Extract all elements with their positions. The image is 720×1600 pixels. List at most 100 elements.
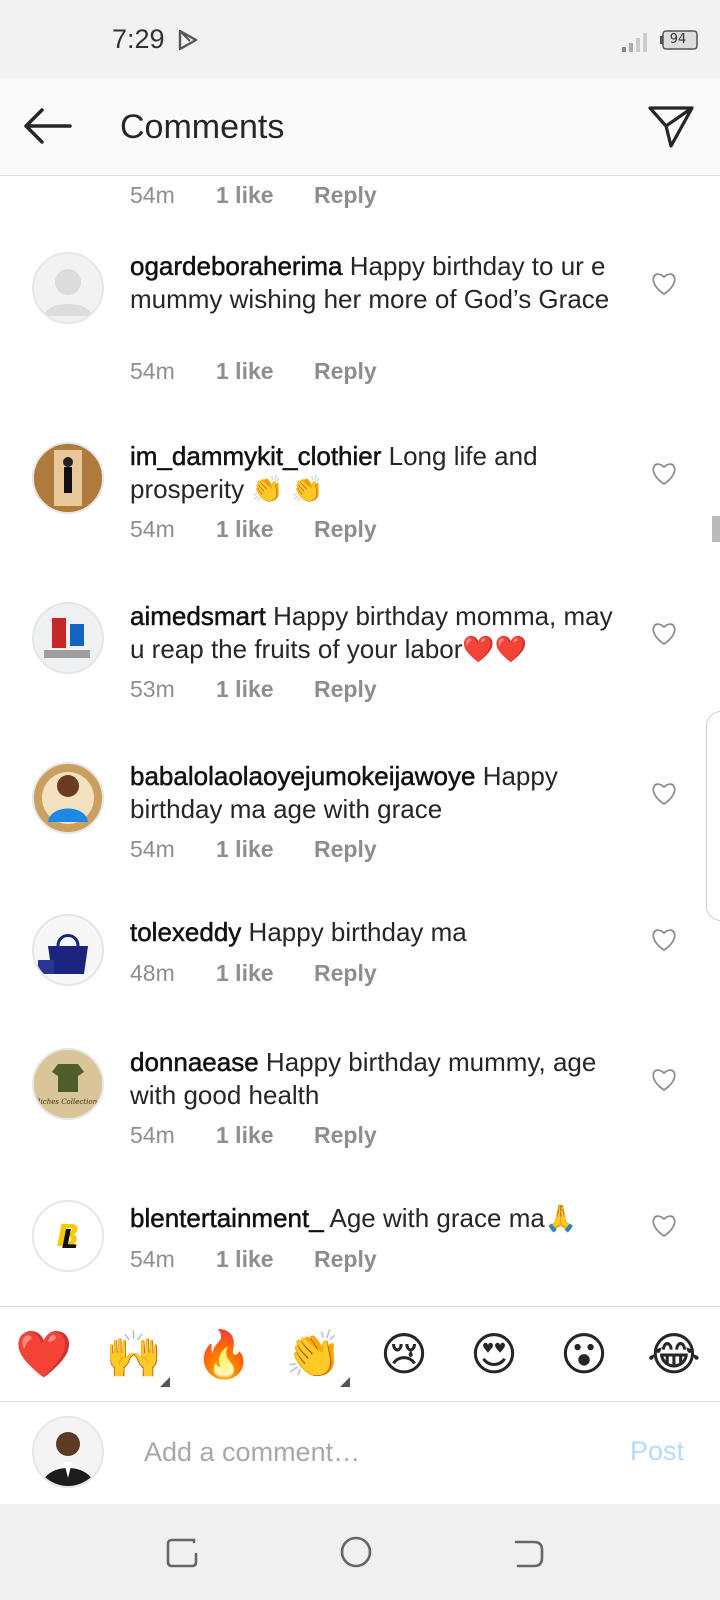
back-icon[interactable]: [510, 1534, 546, 1570]
page-title: Comments: [120, 108, 285, 146]
play-store-icon: [178, 29, 198, 51]
comment-text: aimedsmart Happy birthday momma, may u r…: [130, 600, 620, 666]
comment-meta: 54m 1 like Reply: [130, 182, 377, 209]
comment-likes[interactable]: 1 like: [216, 1246, 314, 1273]
comments-header: Comments: [0, 78, 720, 176]
emoji-clap[interactable]: 👏: [282, 1325, 346, 1383]
reply-button[interactable]: Reply: [314, 960, 377, 987]
emoji-surprised[interactable]: 😮: [552, 1325, 616, 1383]
reply-button[interactable]: Reply: [314, 1122, 377, 1149]
comment-time: 48m: [130, 960, 175, 986]
like-heart-icon[interactable]: [650, 1212, 678, 1238]
comment-time: 54m: [130, 358, 175, 384]
comment-time: 54m: [130, 182, 175, 208]
comment-text: babalolaolaoyejumokeijawoye Happy birthd…: [130, 760, 620, 826]
avatar: [32, 1416, 104, 1488]
like-heart-icon[interactable]: [650, 1066, 678, 1092]
comment-meta: 54m 1 like Reply: [130, 1122, 377, 1149]
like-heart-icon[interactable]: [650, 620, 678, 646]
comments-list[interactable]: 54m 1 like Reply ogardeboraherima Happy …: [0, 176, 720, 1306]
signal-icon: [622, 33, 647, 52]
edge-panel-handle[interactable]: [706, 711, 720, 921]
like-heart-icon[interactable]: [650, 926, 678, 952]
recent-apps-icon[interactable]: [164, 1534, 200, 1570]
comment-text: donnaease Happy birthday mummy, age with…: [130, 1046, 620, 1112]
comment-likes[interactable]: 1 like: [216, 960, 314, 987]
emoji-fire[interactable]: 🔥: [192, 1325, 256, 1383]
avatar-photo: [34, 1418, 102, 1486]
comment-username[interactable]: babalolaolaoyejumokeijawoye: [130, 761, 476, 792]
comment-username[interactable]: donnaease: [130, 1047, 259, 1078]
home-icon[interactable]: [338, 1534, 374, 1570]
avatar[interactable]: [32, 914, 104, 986]
emoji-heart[interactable]: ❤️: [12, 1325, 76, 1383]
svg-text:Riches Collections: Riches Collections: [34, 1098, 101, 1106]
emoji-tears-of-joy[interactable]: 😂: [642, 1325, 706, 1383]
comment-username[interactable]: tolexeddy: [130, 917, 242, 948]
comment-likes[interactable]: 1 like: [216, 676, 314, 703]
avatar[interactable]: Riches Collections: [32, 1048, 104, 1120]
reply-button[interactable]: Reply: [314, 182, 377, 209]
scrollbar[interactable]: [712, 516, 720, 542]
comment-input[interactable]: [144, 1432, 604, 1472]
comment-likes[interactable]: 1 like: [216, 358, 314, 385]
status-bar: 7:29 94: [0, 0, 720, 78]
reply-button[interactable]: Reply: [314, 358, 377, 385]
battery-level: 94: [669, 32, 687, 47]
comment-meta: 54m 1 like Reply: [130, 358, 377, 385]
comment-text: ogardeboraherima Happy birthday to ur e …: [130, 250, 620, 316]
comment-text: blentertainment_ Age with grace ma🙏: [130, 1202, 620, 1235]
svg-text:L: L: [62, 1225, 79, 1255]
avatar-photo: [34, 916, 102, 984]
comment-likes[interactable]: 1 like: [216, 516, 314, 543]
avatar-photo: [34, 604, 102, 672]
comment-meta: 54m 1 like Reply: [130, 516, 377, 543]
comment-likes[interactable]: 1 like: [216, 1122, 314, 1149]
avatar[interactable]: B L: [32, 1200, 104, 1272]
like-heart-icon[interactable]: [650, 460, 678, 486]
system-nav-bar: [0, 1504, 720, 1600]
avatar[interactable]: [32, 602, 104, 674]
comment-time: 54m: [130, 836, 175, 862]
avatar-logo: Riches Collections: [34, 1050, 102, 1118]
reply-button[interactable]: Reply: [314, 516, 377, 543]
comment-username[interactable]: ogardeboraherima: [130, 251, 343, 282]
skin-tone-indicator-icon: [160, 1377, 170, 1387]
avatar-photo: [34, 444, 102, 512]
emoji-reaction-bar: ❤️ 🙌 🔥 👏 😢 😍 😮 😂: [0, 1306, 720, 1402]
emoji-crying[interactable]: 😢: [372, 1325, 436, 1383]
emoji-heart-eyes[interactable]: 😍: [462, 1325, 526, 1383]
comment-body: Happy birthday ma: [248, 917, 467, 947]
comment-composer: Post: [0, 1402, 720, 1504]
reply-button[interactable]: Reply: [314, 676, 377, 703]
default-avatar-icon: [44, 269, 92, 316]
comment-meta: 53m 1 like Reply: [130, 676, 377, 703]
comment-time: 53m: [130, 676, 175, 702]
like-heart-icon[interactable]: [650, 270, 678, 296]
comment-time: 54m: [130, 516, 175, 542]
avatar[interactable]: [32, 252, 104, 324]
emoji-raised-hands[interactable]: 🙌: [102, 1325, 166, 1383]
comment-time: 54m: [130, 1246, 175, 1272]
avatar[interactable]: [32, 762, 104, 834]
like-heart-icon[interactable]: [650, 780, 678, 806]
comment-username[interactable]: blentertainment_: [130, 1203, 324, 1234]
reply-button[interactable]: Reply: [314, 836, 377, 863]
status-time: 7:29: [112, 24, 165, 54]
comment-likes[interactable]: 1 like: [216, 182, 314, 209]
avatar[interactable]: [32, 442, 104, 514]
comment-meta: 48m 1 like Reply: [130, 960, 377, 987]
avatar-photo: [34, 764, 102, 832]
skin-tone-indicator-icon: [340, 1377, 350, 1387]
reply-button[interactable]: Reply: [314, 1246, 377, 1273]
comment-text: im_dammykit_clothier Long life and prosp…: [130, 440, 620, 506]
comment-username[interactable]: im_dammykit_clothier: [130, 441, 382, 472]
direct-message-icon[interactable]: [646, 102, 696, 152]
comment-body: Age with grace ma🙏: [329, 1203, 578, 1233]
back-arrow-icon[interactable]: [22, 106, 74, 146]
comment-username[interactable]: aimedsmart: [130, 601, 266, 632]
comment-meta: 54m 1 like Reply: [130, 1246, 377, 1273]
comment-likes[interactable]: 1 like: [216, 836, 314, 863]
post-button[interactable]: Post: [630, 1436, 684, 1467]
avatar-logo: B L: [34, 1202, 102, 1270]
